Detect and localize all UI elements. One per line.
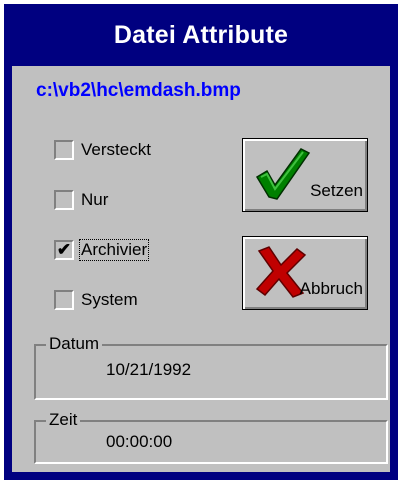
dialog-client-area: c:\vb2\hc\emdash.bmp Versteckt Nur ✔ Arc…	[12, 66, 390, 472]
cancel-button-label: Abbruch	[299, 279, 363, 298]
checkbox-readonly-label: Nur	[81, 190, 109, 209]
checkbox-archive[interactable]: ✔ Archivier	[54, 236, 150, 264]
checkbox-readonly[interactable]: Nur	[54, 186, 109, 214]
checkbox-system-label: System	[81, 290, 138, 309]
checkbox-hidden-label: Versteckt	[81, 140, 151, 159]
window-title: Datei Attribute	[113, 20, 289, 49]
cancel-button[interactable]: Abbruch	[242, 236, 368, 310]
date-group-legend: Datum	[46, 334, 103, 354]
time-group-legend: Zeit	[46, 410, 81, 430]
checkbox-hidden[interactable]: Versteckt	[54, 136, 152, 164]
date-value: 10/21/1992	[106, 360, 192, 379]
checkbox-archive-box[interactable]: ✔	[54, 240, 74, 260]
file-attributes-dialog: Datei Attribute c:\vb2\hc\emdash.bmp Ver…	[4, 4, 398, 480]
set-button[interactable]: Setzen	[242, 138, 368, 212]
checkbox-hidden-box[interactable]	[54, 140, 74, 160]
file-path-label: c:\vb2\hc\emdash.bmp	[36, 80, 241, 101]
date-group: Datum 10/21/1992	[34, 334, 388, 400]
set-button-label: Setzen	[310, 181, 363, 200]
checkbox-system[interactable]: System	[54, 286, 139, 314]
checkbox-readonly-box[interactable]	[54, 190, 74, 210]
checkmark-icon: ✔	[56, 239, 72, 259]
time-value: 00:00:00	[106, 432, 173, 451]
checkbox-archive-label: Archivier	[78, 239, 150, 261]
time-group: Zeit 00:00:00	[34, 410, 388, 464]
title-bar[interactable]: Datei Attribute	[4, 4, 398, 66]
checkbox-system-box[interactable]	[54, 290, 74, 310]
green-checkmark-icon	[255, 148, 311, 200]
